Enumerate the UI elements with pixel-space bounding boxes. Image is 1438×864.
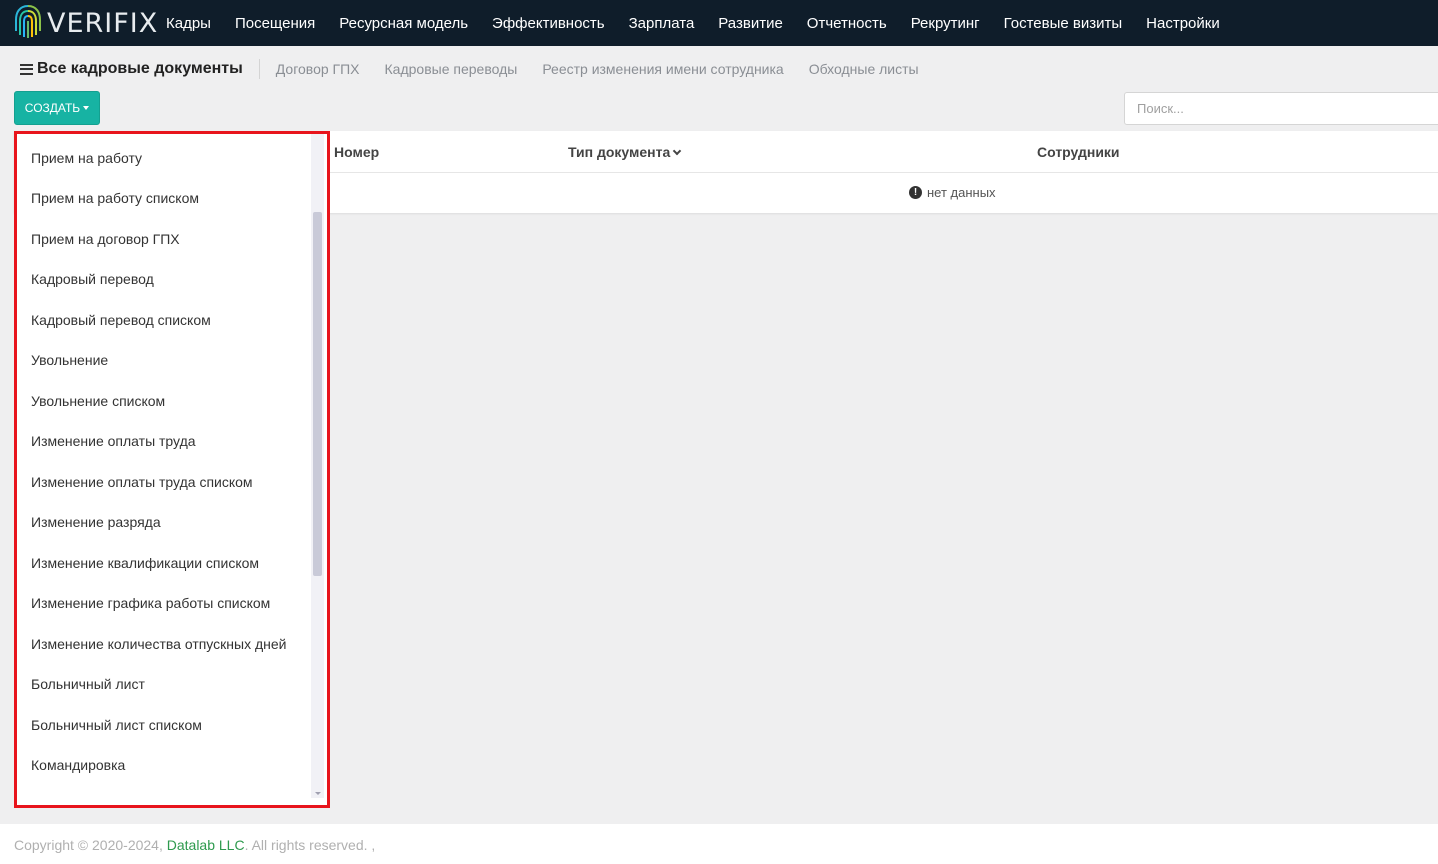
copyright-prefix: Copyright © 2020-2024, (14, 837, 167, 853)
scrollbar-thumb[interactable] (313, 212, 322, 576)
menu-item-dismissal[interactable]: Увольнение (31, 352, 108, 368)
nav-item-salary[interactable]: Зарплата (617, 15, 707, 32)
menu-item-business-trip[interactable]: Командировка (31, 757, 125, 773)
menu-item-dismissal-list[interactable]: Увольнение списком (31, 393, 165, 409)
brand-name[interactable]: VERIFIX (47, 8, 158, 39)
footer: Copyright © 2020-2024, Datalab LLC. All … (0, 824, 1438, 864)
menu-item-rank-change[interactable]: Изменение разряда (31, 514, 161, 530)
menu-item-wage-change[interactable]: Изменение оплаты труда (31, 433, 196, 449)
divider (258, 59, 260, 79)
column-header-number[interactable]: Номер (334, 144, 379, 160)
nav-item-kadry[interactable]: Кадры (154, 15, 223, 32)
create-dropdown-menu: Прием на работу Прием на работу списком … (14, 131, 330, 808)
tab-bypass-sheets[interactable]: Обходные листы (809, 61, 919, 77)
menu-item-wage-change-list[interactable]: Изменение оплаты труда списком (31, 474, 253, 490)
create-button-label: СОЗДАТЬ (24, 101, 81, 115)
menu-item-vacation-days-change[interactable]: Изменение количества отпускных дней (31, 636, 286, 652)
nav-item-settings[interactable]: Настройки (1134, 15, 1232, 32)
menu-item-hire-list[interactable]: Прием на работу списком (31, 190, 199, 206)
menu-item-schedule-change-list[interactable]: Изменение графика работы списком (31, 595, 270, 611)
menu-item-hire-gph[interactable]: Прием на договор ГПХ (31, 231, 180, 247)
search-input[interactable] (1124, 92, 1438, 125)
column-header-employees[interactable]: Сотрудники (1037, 144, 1120, 160)
tab-transfers[interactable]: Кадровые переводы (385, 61, 518, 77)
scroll-down-arrow-icon[interactable] (315, 792, 321, 795)
column-header-doc-type[interactable]: Тип документа (568, 144, 682, 160)
empty-state: ! нет данных (909, 185, 996, 200)
copyright-suffix: . All rights reserved. , (244, 837, 376, 853)
nav-item-efficiency[interactable]: Эффективность (480, 15, 617, 32)
nav-item-reports[interactable]: Отчетность (795, 15, 899, 32)
fingerprint-logo-icon[interactable] (13, 3, 43, 40)
company-link[interactable]: Datalab LLC (167, 837, 245, 853)
chevron-down-icon (673, 146, 682, 156)
sub-header: Все кадровые документы Договор ГПХ Кадро… (20, 58, 944, 80)
nav-item-development[interactable]: Развитие (706, 15, 795, 32)
top-navbar: VERIFIX Кадры Посещения Ресурсная модель… (0, 0, 1438, 46)
menu-item-sick-leave-list[interactable]: Больничный лист списком (31, 717, 202, 733)
menu-item-sick-leave[interactable]: Больничный лист (31, 676, 145, 692)
page-title: Все кадровые документы (37, 60, 243, 77)
copyright-text: Copyright © 2020-2024, Datalab LLC. All … (14, 837, 375, 853)
caret-down-icon (83, 106, 90, 110)
nav-item-recruiting[interactable]: Рекрутинг (899, 15, 992, 32)
exclamation-icon: ! (909, 186, 922, 199)
create-button[interactable]: СОЗДАТЬ (14, 91, 100, 125)
menu-item-transfer[interactable]: Кадровый перевод (31, 271, 154, 287)
tab-gph-contract[interactable]: Договор ГПХ (276, 61, 360, 77)
menu-icon[interactable] (20, 63, 33, 75)
nav-item-visits[interactable]: Посещения (223, 15, 327, 32)
main-nav: Кадры Посещения Ресурсная модель Эффекти… (154, 0, 1232, 46)
tab-name-change-registry[interactable]: Реестр изменения имени сотрудника (542, 61, 783, 77)
nav-item-resource-model[interactable]: Ресурсная модель (327, 15, 480, 32)
menu-item-qualification-change-list[interactable]: Изменение квалификации списком (31, 555, 259, 571)
empty-state-text: нет данных (927, 185, 996, 200)
nav-item-guest-visits[interactable]: Гостевые визиты (992, 15, 1135, 32)
menu-item-transfer-list[interactable]: Кадровый перевод списком (31, 312, 211, 328)
column-header-doc-type-label: Тип документа (568, 144, 671, 160)
menu-item-hire[interactable]: Прием на работу (31, 150, 142, 166)
dropdown-list: Прием на работу Прием на работу списком … (17, 134, 311, 798)
dropdown-scrollbar[interactable] (311, 134, 324, 798)
